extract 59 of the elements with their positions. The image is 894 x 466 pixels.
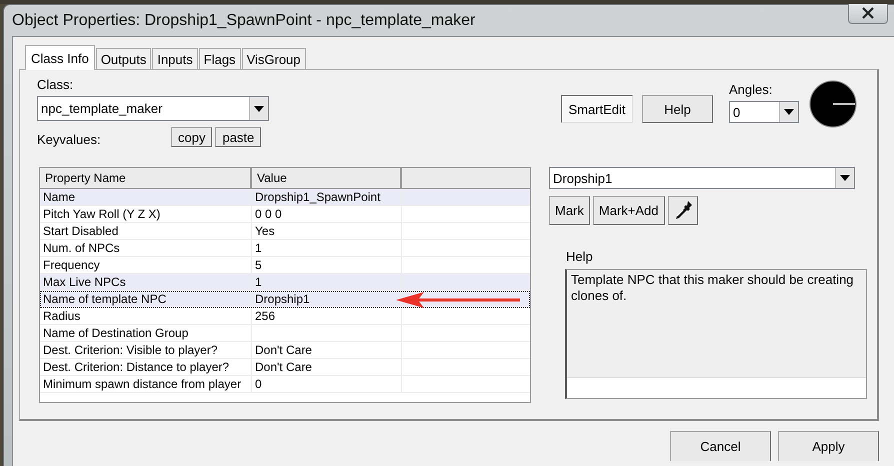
property-value-cell: Don't Care: [252, 342, 402, 358]
table-row[interactable]: Minimum spawn distance from player 0: [40, 376, 530, 393]
tab[interactable]: Inputs: [152, 48, 198, 69]
close-button[interactable]: [848, 4, 888, 24]
property-name-cell: Name of template NPC: [40, 291, 252, 307]
table-row[interactable]: Name of Destination Group: [40, 325, 530, 342]
property-name-cell: Frequency: [40, 257, 252, 273]
property-value-cell: 5: [252, 257, 402, 273]
target-dropdown[interactable]: Dropship1: [549, 167, 855, 189]
property-value-cell: Don't Care: [252, 359, 402, 375]
property-value-cell: 256: [252, 308, 402, 324]
mode-button[interactable]: SmartEdit: [561, 95, 633, 123]
property-name-cell: Max Live NPCs: [40, 274, 252, 290]
table-row[interactable]: Name of template NPC Dropship1: [40, 291, 530, 308]
table-row[interactable]: Start Disabled Yes: [40, 223, 530, 240]
property-value-cell: Dropship1_SpawnPoint: [252, 189, 402, 205]
table-row[interactable]: Radius 256: [40, 308, 530, 325]
help-text: Template NPC that this maker should be creating clones of.: [570, 271, 855, 305]
close-icon: [861, 7, 875, 19]
keyvalues-button[interactable]: copy: [171, 127, 212, 147]
tab[interactable]: Class Info: [25, 45, 95, 70]
mark-button[interactable]: Mark+Add: [592, 196, 665, 225]
property-value-cell: 0: [252, 376, 402, 392]
class-dropdown[interactable]: npc_template_maker: [37, 96, 269, 121]
angles-label: Angles:: [729, 82, 774, 97]
property-value-cell: 1: [252, 274, 402, 290]
table-row[interactable]: Num. of NPCs 1: [40, 240, 530, 257]
property-name-cell: Start Disabled: [40, 223, 252, 239]
tab[interactable]: VisGroup: [242, 48, 306, 69]
table-row[interactable]: Dest. Criterion: Distance to player? Don't Care: [40, 359, 530, 376]
property-name-cell: Name of Destination Group: [40, 325, 252, 341]
mark-button[interactable]: Mark: [549, 196, 590, 225]
table-row[interactable]: Pitch Yaw Roll (Y Z X) 0 0 0: [40, 206, 530, 223]
dialog-button[interactable]: Apply: [778, 431, 879, 461]
property-name-cell: Dest. Criterion: Distance to player?: [40, 359, 252, 375]
property-name-cell: Radius: [40, 308, 252, 324]
property-value-cell: 1: [252, 240, 402, 256]
tab[interactable]: Outputs: [96, 48, 152, 69]
class-label: Class:: [37, 77, 74, 92]
window-title: Object Properties: Dropship1_SpawnPoint - npc_template_maker: [12, 12, 476, 30]
property-name-cell: Pitch Yaw Roll (Y Z X): [40, 206, 252, 222]
mode-button[interactable]: Help: [642, 95, 713, 123]
property-name-cell: Num. of NPCs: [40, 240, 252, 256]
table-row[interactable]: Name Dropship1_SpawnPoint: [40, 189, 530, 206]
property-value-cell: 0 0 0: [252, 206, 402, 222]
property-name-cell: Minimum spawn distance from player: [40, 376, 252, 392]
keyvalues-label: Keyvalues:: [37, 132, 102, 147]
eyedropper-button[interactable]: [668, 196, 698, 225]
angles-dropdown[interactable]: 0: [729, 101, 799, 123]
help-label: Help: [566, 249, 594, 264]
property-value-cell: Yes: [252, 223, 402, 239]
property-name-cell: Name: [40, 189, 252, 205]
dialog-button[interactable]: Cancel: [670, 431, 771, 461]
property-name-cell: Dest. Criterion: Visible to player?: [40, 342, 252, 358]
table-row[interactable]: Dest. Criterion: Visible to player? Don't Care: [40, 342, 530, 359]
table-row[interactable]: Max Live NPCs 1: [40, 274, 530, 291]
keyvalues-button[interactable]: paste: [215, 127, 262, 147]
tab[interactable]: Flags: [198, 48, 241, 69]
angle-dial-icon[interactable]: [809, 80, 857, 128]
